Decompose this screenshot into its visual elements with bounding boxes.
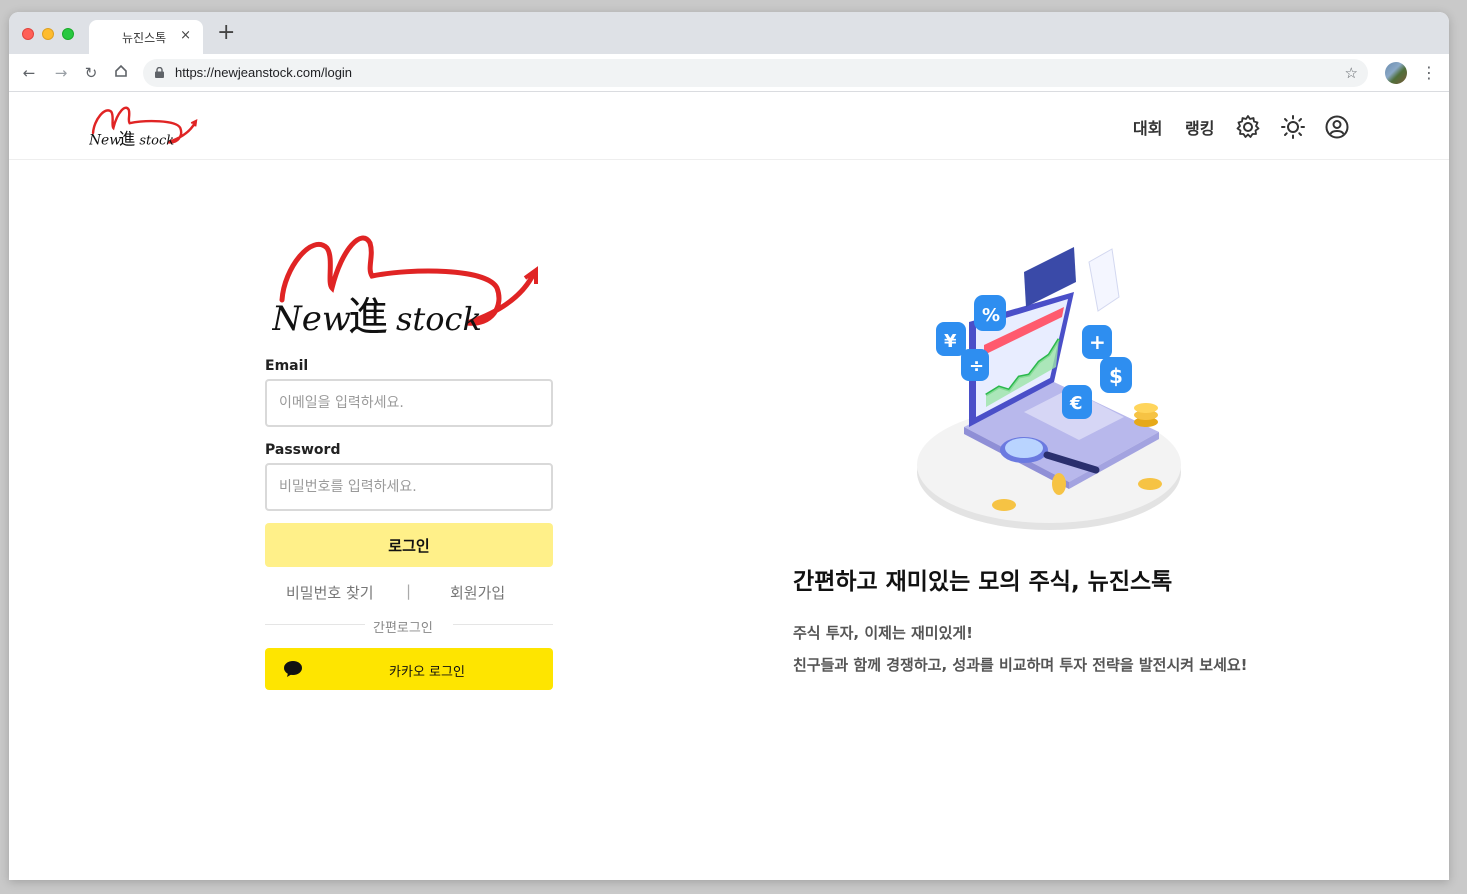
account-icon[interactable] (1324, 114, 1350, 140)
divider-right (453, 624, 553, 625)
address-bar[interactable]: https://newjeanstock.com/login ☆ (143, 59, 1368, 87)
tab-close-icon[interactable]: × (180, 28, 191, 43)
svg-text:進: 進 (119, 129, 135, 148)
svg-text:stock: stock (139, 133, 174, 148)
bookmark-star-icon[interactable]: ☆ (1345, 64, 1358, 82)
divider-left (265, 624, 365, 625)
close-window-button[interactable] (22, 28, 34, 40)
new-tab-button[interactable]: + (217, 22, 235, 44)
nav-ranking[interactable]: 랭킹 (1185, 115, 1214, 139)
minimize-window-button[interactable] (42, 28, 54, 40)
reload-icon[interactable]: ↻ (81, 63, 101, 83)
svg-text:進: 進 (348, 294, 388, 338)
browser-window: 뉴진스톡 × + ← → ↻ https://newjeanstock.com/… (9, 12, 1449, 880)
svg-text:÷: ÷ (969, 356, 984, 377)
tab-strip: 뉴진스톡 × + (9, 12, 1449, 54)
browser-toolbar: ← → ↻ https://newjeanstock.com/login ☆ ⋮ (9, 54, 1449, 92)
nav-competition[interactable]: 대회 (1133, 115, 1162, 139)
password-field[interactable] (265, 463, 553, 511)
hero-desc-line2: 친구들과 함께 경쟁하고, 성과를 비교하며 투자 전략을 발전시켜 보세요! (793, 656, 1248, 674)
svg-text:%: % (982, 305, 1000, 326)
url-text: https://newjeanstock.com/login (175, 65, 353, 80)
hero-description: 주식 투자, 이제는 재미있게! 친구들과 함께 경쟁하고, 성과를 비교하며 … (793, 617, 1303, 681)
theme-sun-icon[interactable] (1280, 114, 1306, 140)
maximize-window-button[interactable] (62, 28, 74, 40)
email-label: Email (265, 358, 309, 374)
svg-text:stock: stock (396, 300, 482, 338)
link-separator: | (406, 582, 412, 600)
finance-laptop-illustration: ¥ % ÷ + $ € (917, 247, 1181, 530)
svg-text:New: New (272, 299, 351, 338)
kakao-login-label: 카카오 로그인 (389, 665, 465, 680)
svg-text:New: New (89, 132, 121, 148)
svg-text:€: € (1069, 393, 1083, 414)
back-icon[interactable]: ← (19, 63, 39, 83)
password-label: Password (265, 442, 341, 458)
svg-text:¥: ¥ (944, 331, 957, 352)
easy-login-label: 간편로그인 (373, 621, 433, 636)
signup-link[interactable]: 회원가입 (450, 582, 505, 603)
browser-tab[interactable]: 뉴진스톡 × (89, 20, 203, 54)
find-password-link[interactable]: 비밀번호 찾기 (286, 582, 374, 603)
svg-text:$: $ (1109, 364, 1123, 388)
kakao-login-button[interactable]: 카카오 로그인 (265, 648, 553, 690)
settings-icon[interactable] (1235, 114, 1261, 140)
browser-menu-icon[interactable]: ⋮ (1421, 63, 1437, 82)
site-logo[interactable]: New 進 stock (89, 102, 201, 150)
email-field[interactable] (265, 379, 553, 427)
tab-title: 뉴진스톡 (122, 31, 167, 45)
site-header: New 進 stock 대회 랭킹 (9, 92, 1449, 160)
hero-desc-line1: 주식 투자, 이제는 재미있게! (793, 624, 974, 642)
svg-text:+: + (1089, 330, 1106, 354)
lock-icon (155, 67, 164, 78)
hero-title: 간편하고 재미있는 모의 주식, 뉴진스톡 (793, 569, 1173, 595)
brand-logo: New 進 stock (272, 235, 538, 338)
profile-avatar[interactable] (1385, 62, 1407, 84)
login-button[interactable]: 로그인 (265, 523, 553, 567)
forward-icon[interactable]: → (51, 63, 71, 83)
home-icon[interactable] (111, 63, 131, 83)
